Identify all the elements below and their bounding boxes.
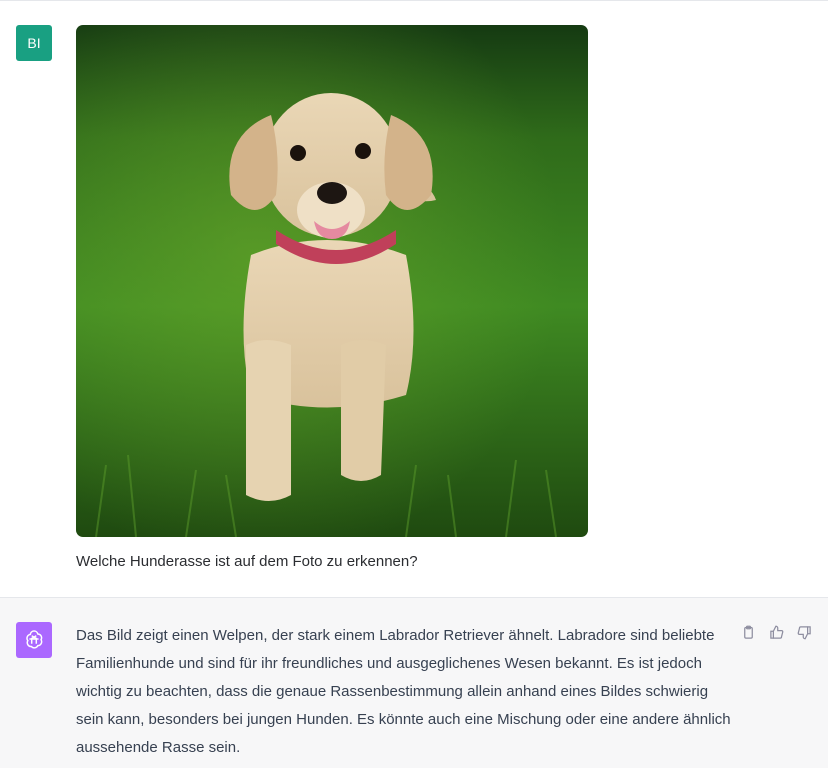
message-actions xyxy=(738,625,814,645)
user-question: Welche Hunderasse ist auf dem Foto zu er… xyxy=(76,553,418,570)
assistant-avatar xyxy=(16,622,52,658)
thumbs-down-button[interactable] xyxy=(794,625,814,645)
copy-button[interactable] xyxy=(738,625,758,645)
thumbs-up-button[interactable] xyxy=(766,625,786,645)
thumbs-down-icon xyxy=(797,625,812,645)
uploaded-photo[interactable] xyxy=(76,25,588,537)
thumbs-up-icon xyxy=(769,625,784,645)
openai-logo-icon xyxy=(23,628,45,653)
clipboard-icon xyxy=(741,625,756,645)
assistant-message: Das Bild zeigt einen Welpen, der stark e… xyxy=(0,597,828,768)
user-message: BI Welche Hunderasse ist auf dem Foto zu… xyxy=(0,1,828,597)
user-avatar: BI xyxy=(16,25,52,61)
assistant-answer: Das Bild zeigt einen Welpen, der stark e… xyxy=(76,627,731,756)
